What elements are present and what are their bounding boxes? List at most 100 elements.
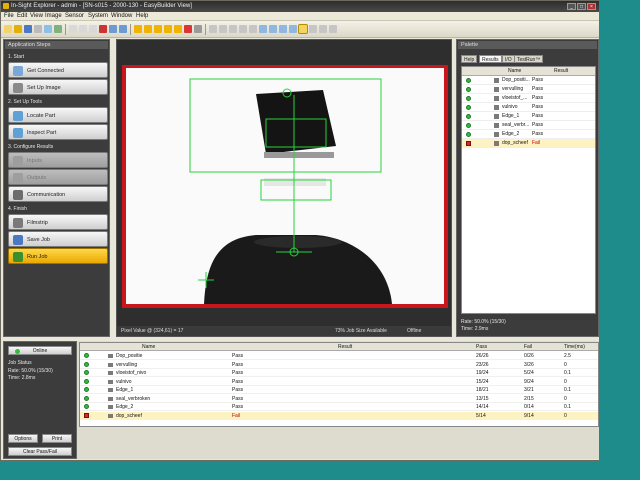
tab-help[interactable]: Help	[461, 55, 478, 63]
sensor-icon[interactable]	[44, 25, 52, 33]
trigger-icon[interactable]	[144, 25, 152, 33]
inspect-part-label: Inspect Part	[27, 130, 57, 136]
redo-icon[interactable]	[119, 25, 127, 33]
results-cell-name: Edge_2	[116, 404, 134, 410]
locate-part-button[interactable]: Locate Part	[8, 107, 108, 123]
clear-pass-fail-button[interactable]: Clear Pass/Fail	[8, 447, 72, 456]
zoom-fill-icon[interactable]	[289, 25, 297, 33]
maximize-icon[interactable]: □	[577, 3, 586, 10]
record-icon[interactable]	[174, 25, 182, 33]
print-button[interactable]: Print	[42, 434, 72, 443]
save-icon[interactable]	[24, 25, 32, 33]
undo-icon[interactable]	[109, 25, 117, 33]
rotate-icon[interactable]	[209, 25, 217, 33]
results-row[interactable]: seal_verbroken Pass 13/15 2/15 0	[80, 395, 598, 403]
palette-row[interactable]: dop_scheef Fail	[462, 139, 595, 148]
zoom-out-icon[interactable]	[269, 25, 277, 33]
results-cell-result: Pass	[232, 378, 244, 385]
inspection-image[interactable]	[126, 68, 444, 304]
palette-row[interactable]: vervulling Pass	[462, 85, 595, 94]
delete-icon[interactable]	[99, 25, 107, 33]
image-viewer[interactable]: Pixel Value @ (324,61) = 17 73% Job Size…	[116, 39, 452, 337]
results-row[interactable]: vloeistof_nivo Pass 19/24 5/24 0.1	[80, 369, 598, 377]
tab-testrun[interactable]: TestRun™	[514, 55, 544, 63]
overlay-icon[interactable]	[309, 25, 317, 33]
tool-icon	[108, 396, 113, 401]
results-row[interactable]: vulnivo Pass 15/24 9/24 0	[80, 378, 598, 386]
menu-system[interactable]: System	[88, 13, 108, 19]
minimize-icon[interactable]: _	[567, 3, 576, 10]
set-up-image-button[interactable]: Set Up Image	[8, 79, 108, 95]
live-video-icon[interactable]	[154, 25, 162, 33]
outputs-button[interactable]: Outputs	[8, 169, 108, 185]
inspect-part-button[interactable]: Inspect Part	[8, 124, 108, 140]
results-row[interactable]: vervulling Pass 23/26 3/26 0	[80, 361, 598, 369]
communication-button[interactable]: Communication	[8, 186, 108, 202]
cut-icon[interactable]	[69, 25, 77, 33]
online-button[interactable]: Online	[8, 346, 72, 355]
palette-row[interactable]: vloeistof_... Pass	[462, 94, 595, 103]
palette-row[interactable]: Edge_1 Pass	[462, 112, 595, 121]
menu-file[interactable]: File	[4, 13, 14, 19]
new-icon[interactable]	[4, 25, 12, 33]
online-icon[interactable]	[134, 25, 142, 33]
results-cell-name: dop_scheef	[116, 412, 142, 419]
results-cell-time: 2.5	[564, 353, 571, 359]
results-row[interactable]: Dop_positie Pass 26/26 0/26 2.5	[80, 352, 598, 360]
get-connected-button[interactable]: Get Connected	[8, 62, 108, 78]
copy-icon[interactable]	[79, 25, 87, 33]
results-row[interactable]: Edge_1 Pass 18/21 3/21 0.1	[80, 386, 598, 394]
palette-row-result: Pass	[532, 131, 544, 137]
menu-bar: File Edit View Image Sensor System Windo…	[1, 12, 599, 21]
network-icon[interactable]	[54, 25, 62, 33]
connect-icon	[13, 66, 23, 76]
custom-view-icon[interactable]	[329, 25, 337, 33]
inputs-button[interactable]: Inputs	[8, 152, 108, 168]
save-job-label: Save Job	[27, 237, 50, 243]
filmstrip-icon[interactable]	[164, 25, 172, 33]
results-cell-name: Dop_positie	[116, 353, 143, 359]
tab-results[interactable]: Results	[479, 55, 502, 63]
flip-icon[interactable]	[219, 25, 227, 33]
palette-row[interactable]: Edge_2 Pass	[462, 130, 595, 139]
menu-help[interactable]: Help	[136, 13, 148, 19]
col-name: Name	[142, 344, 156, 350]
results-row[interactable]: dop_scheef Fail 5/14 9/14 0	[80, 411, 598, 420]
zoom-in-icon[interactable]	[259, 25, 267, 33]
pointer-icon[interactable]	[249, 25, 257, 33]
zoom-100-icon[interactable]	[298, 24, 308, 34]
tool-icon	[108, 388, 113, 392]
tab-io[interactable]: I/O	[502, 55, 515, 63]
stop-icon[interactable]	[184, 25, 192, 33]
zoom-fit-icon[interactable]	[279, 25, 287, 33]
paste-icon[interactable]	[89, 25, 97, 33]
job-status-panel: Online Job Status Rate: 50.0% (15/30) Ti…	[3, 341, 77, 459]
pan-icon[interactable]	[229, 25, 237, 33]
select-icon[interactable]	[239, 25, 247, 33]
open-icon[interactable]	[14, 25, 22, 33]
results-row[interactable]: Edge_2 Pass 14/14 0/14 0.1	[80, 403, 598, 411]
close-icon[interactable]: ×	[587, 3, 596, 10]
palette-row-name: dop_scheef	[502, 140, 528, 146]
tool-icon	[494, 105, 499, 110]
palette-row[interactable]: seal_verbr... Pass	[462, 121, 595, 130]
menu-view[interactable]: View	[30, 13, 43, 19]
palette-row[interactable]: Dop_positi... Pass	[462, 76, 595, 85]
tool-icon	[494, 78, 499, 83]
graphics-icon[interactable]	[319, 25, 327, 33]
menu-image[interactable]: Image	[45, 13, 62, 19]
print-icon[interactable]	[34, 25, 42, 33]
filmstrip-button[interactable]: Filmstrip	[8, 214, 108, 230]
menu-sensor[interactable]: Sensor	[65, 13, 84, 19]
grid-icon[interactable]	[194, 25, 202, 33]
save-job-button[interactable]: Save Job	[8, 231, 108, 247]
run-job-button[interactable]: Run Job	[8, 248, 108, 264]
fail-status-icon	[84, 412, 89, 418]
palette-row-result: Pass	[532, 86, 544, 92]
palette-row[interactable]: vulnivo Pass	[462, 103, 595, 112]
menu-window[interactable]: Window	[111, 13, 132, 19]
options-button[interactable]: Options	[8, 434, 38, 443]
menu-edit[interactable]: Edit	[17, 13, 27, 19]
pass-status-icon	[466, 78, 471, 83]
results-header-row: Name Result Pass Fail Time(ms)	[80, 343, 598, 351]
